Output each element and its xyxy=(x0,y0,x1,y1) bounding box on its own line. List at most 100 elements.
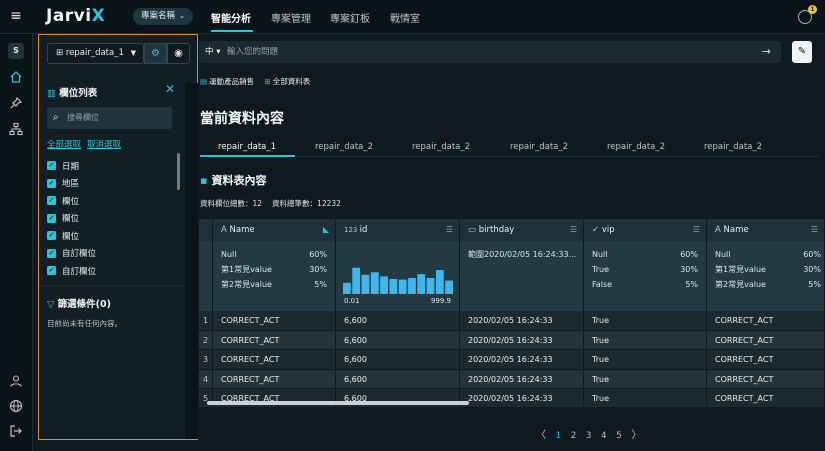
tab-repair-data-2[interactable]: repair_data_2 xyxy=(704,142,762,152)
checkbox[interactable]: ✓ xyxy=(47,266,56,276)
sort-icon[interactable]: ☰ xyxy=(446,219,453,241)
field-item[interactable]: ✓ 日期 xyxy=(47,157,167,175)
table-horizontal-scrollbar[interactable] xyxy=(207,401,469,405)
tab-repair-data-1[interactable]: repair_data_1 xyxy=(218,142,276,152)
chat-icon[interactable]: ✎ xyxy=(792,41,812,63)
logout-icon[interactable] xyxy=(9,424,23,438)
table-row[interactable]: 2 CORRECT_ACT 6,600 2020/02/05 16:24:33 True… xyxy=(199,330,825,350)
nav-active-indicator xyxy=(211,30,253,32)
checkbox[interactable]: ✓ xyxy=(47,161,56,171)
summary-name: Null 60% 第1常見value 30% 第2常見value 5% xyxy=(213,241,336,311)
field-search-input[interactable]: ⌕ 搜尋欄位 xyxy=(47,107,172,129)
column-header-birthday[interactable]: ▭ birthday ☰ xyxy=(460,219,584,241)
histogram-bar xyxy=(408,278,416,294)
sort-icon[interactable]: ☰ xyxy=(570,219,577,241)
table-row[interactable]: 3 CORRECT_ACT 6,600 2020/02/05 16:24:33 True… xyxy=(199,350,825,370)
page-1[interactable]: 1 xyxy=(556,431,561,441)
tab-repair-data-2[interactable]: repair_data_2 xyxy=(607,142,665,152)
summary-id: 0.01 999.9 xyxy=(336,241,460,311)
cell-birthday: 2020/02/05 16:24:33 xyxy=(460,369,584,389)
select-all-link[interactable]: 全部選取 xyxy=(47,140,81,150)
breadcrumb-dataset[interactable]: 運動產品銷售 xyxy=(209,77,254,86)
index-header xyxy=(199,219,213,241)
next-page-icon[interactable]: 〉 xyxy=(631,430,641,441)
chevron-down-icon: ⌄ xyxy=(179,12,185,20)
sort-icon[interactable]: ☰ xyxy=(693,219,700,241)
page-3[interactable]: 3 xyxy=(586,431,591,441)
histogram-bar xyxy=(370,272,379,294)
column-header-vip[interactable]: ✓ vip ☰ xyxy=(584,219,707,241)
nav-tab-project-board[interactable]: 專案釘板 xyxy=(330,10,370,25)
language-select[interactable]: 中 ▾ xyxy=(205,41,220,63)
cell-birthday: 2020/02/05 16:24:33 xyxy=(460,350,584,370)
close-icon[interactable]: ✕ xyxy=(165,82,175,96)
filter-icon: ▽ xyxy=(47,299,58,310)
histogram-bar xyxy=(343,282,351,294)
page-title: 當前資料內容 xyxy=(200,111,284,127)
globe-icon[interactable] xyxy=(9,399,23,413)
question-input[interactable]: 中 ▾ 輸入您的問題 → xyxy=(199,41,781,63)
histogram-bar xyxy=(361,274,370,294)
sort-icon[interactable]: ☰ xyxy=(811,219,818,241)
tab-repair-data-2[interactable]: repair_data_2 xyxy=(315,142,373,152)
eye-icon[interactable]: ◉ xyxy=(167,43,190,64)
deselect-link[interactable]: 取消選取 xyxy=(87,140,121,150)
checkbox[interactable]: ✓ xyxy=(47,248,56,258)
page-5[interactable]: 5 xyxy=(616,431,621,441)
pagination: 〈 1 2 3 4 5 〉 xyxy=(536,426,648,441)
nav-tab-war-room[interactable]: 戰情室 xyxy=(390,10,420,25)
checkbox[interactable]: ✓ xyxy=(47,178,56,188)
dataset-select[interactable]: ⊞ repair_data_1 ▼ xyxy=(47,43,144,64)
column-header-name-2[interactable]: A Name ☰ xyxy=(707,219,825,241)
column-header-id[interactable]: 123 id ☰ xyxy=(336,219,460,241)
cell-vip: True xyxy=(584,389,707,407)
tab-repair-data-2[interactable]: repair_data_2 xyxy=(412,142,470,152)
gear-icon[interactable]: ⚙ xyxy=(144,43,167,64)
home-icon[interactable] xyxy=(9,70,23,84)
nav-tab-project-manage[interactable]: 專案管理 xyxy=(271,10,311,25)
top-bar: ≡ JarviX 專案名稱 ⌄ 智能分析 專案管理 專案釘板 戰情室 1 xyxy=(0,0,825,34)
cell-name-2: CORRECT_ACT xyxy=(707,389,825,407)
field-item[interactable]: ✓ 自訂欄位 xyxy=(47,262,167,280)
page-4[interactable]: 4 xyxy=(601,431,606,441)
nav-tab-analysis[interactable]: 智能分析 xyxy=(211,10,251,25)
field-item[interactable]: ✓ 地區 xyxy=(47,175,167,193)
project-select[interactable]: 專案名稱 ⌄ xyxy=(133,8,193,25)
notification-badge: 1 xyxy=(808,5,817,14)
tab-repair-data-2[interactable]: repair_data_2 xyxy=(510,142,568,152)
hierarchy-icon[interactable] xyxy=(9,122,23,136)
question-placeholder: 輸入您的問題 xyxy=(227,47,279,57)
field-item[interactable]: ✓ 欄位 xyxy=(47,192,167,210)
field-item[interactable]: ✓ 欄位 xyxy=(47,210,167,228)
cell-vip: True xyxy=(584,311,707,331)
user-icon[interactable] xyxy=(9,374,23,388)
avatar[interactable]: S xyxy=(8,43,24,59)
field-item[interactable]: ✓ 自訂欄位 xyxy=(47,245,167,263)
summary-birthday: 範圍2020/02/05 16:24:33... xyxy=(460,241,584,311)
sort-icon[interactable]: ◣ xyxy=(323,219,329,241)
cell-birthday: 2020/02/05 16:24:33 xyxy=(460,389,584,407)
prev-page-icon[interactable]: 〈 xyxy=(536,430,546,441)
checkbox[interactable]: ✓ xyxy=(47,231,56,241)
column-header-name[interactable]: A Name ◣ xyxy=(213,219,336,241)
checkbox[interactable]: ✓ xyxy=(47,213,56,223)
menu-icon[interactable]: ≡ xyxy=(8,9,24,23)
table-row[interactable]: 1 CORRECT_ACT 6,600 2020/02/05 16:24:33 True… xyxy=(199,311,825,331)
checkbox[interactable]: ✓ xyxy=(47,196,56,206)
row-index: 1 xyxy=(199,311,213,331)
panel-side-strip xyxy=(185,83,198,439)
field-list: ✓ 日期 ✓ 地區 ✓ 欄位 ✓ 欄位 ✓ 欄位 ✓ 自訂欄位 ✓ 自訂欄位 xyxy=(47,157,167,280)
histogram-bar xyxy=(352,267,361,294)
field-item[interactable]: ✓ 欄位 xyxy=(47,227,167,245)
table-icon: ⊞ xyxy=(264,77,271,86)
hist-min: 0.01 xyxy=(344,297,360,305)
table-row[interactable]: 4 CORRECT_ACT 6,600 2020/02/05 16:24:33 True… xyxy=(199,369,825,389)
field-list-scrollbar[interactable] xyxy=(177,153,180,190)
breadcrumb-all-tables[interactable]: 全部資料表 xyxy=(273,77,311,86)
send-arrow-icon[interactable]: → xyxy=(762,41,771,63)
page-2[interactable]: 2 xyxy=(571,431,576,441)
pin-icon[interactable] xyxy=(9,96,23,110)
logo: JarviX xyxy=(46,6,106,26)
cell-name-2: CORRECT_ACT xyxy=(707,311,825,331)
cell-id: 6,600 xyxy=(336,350,460,370)
